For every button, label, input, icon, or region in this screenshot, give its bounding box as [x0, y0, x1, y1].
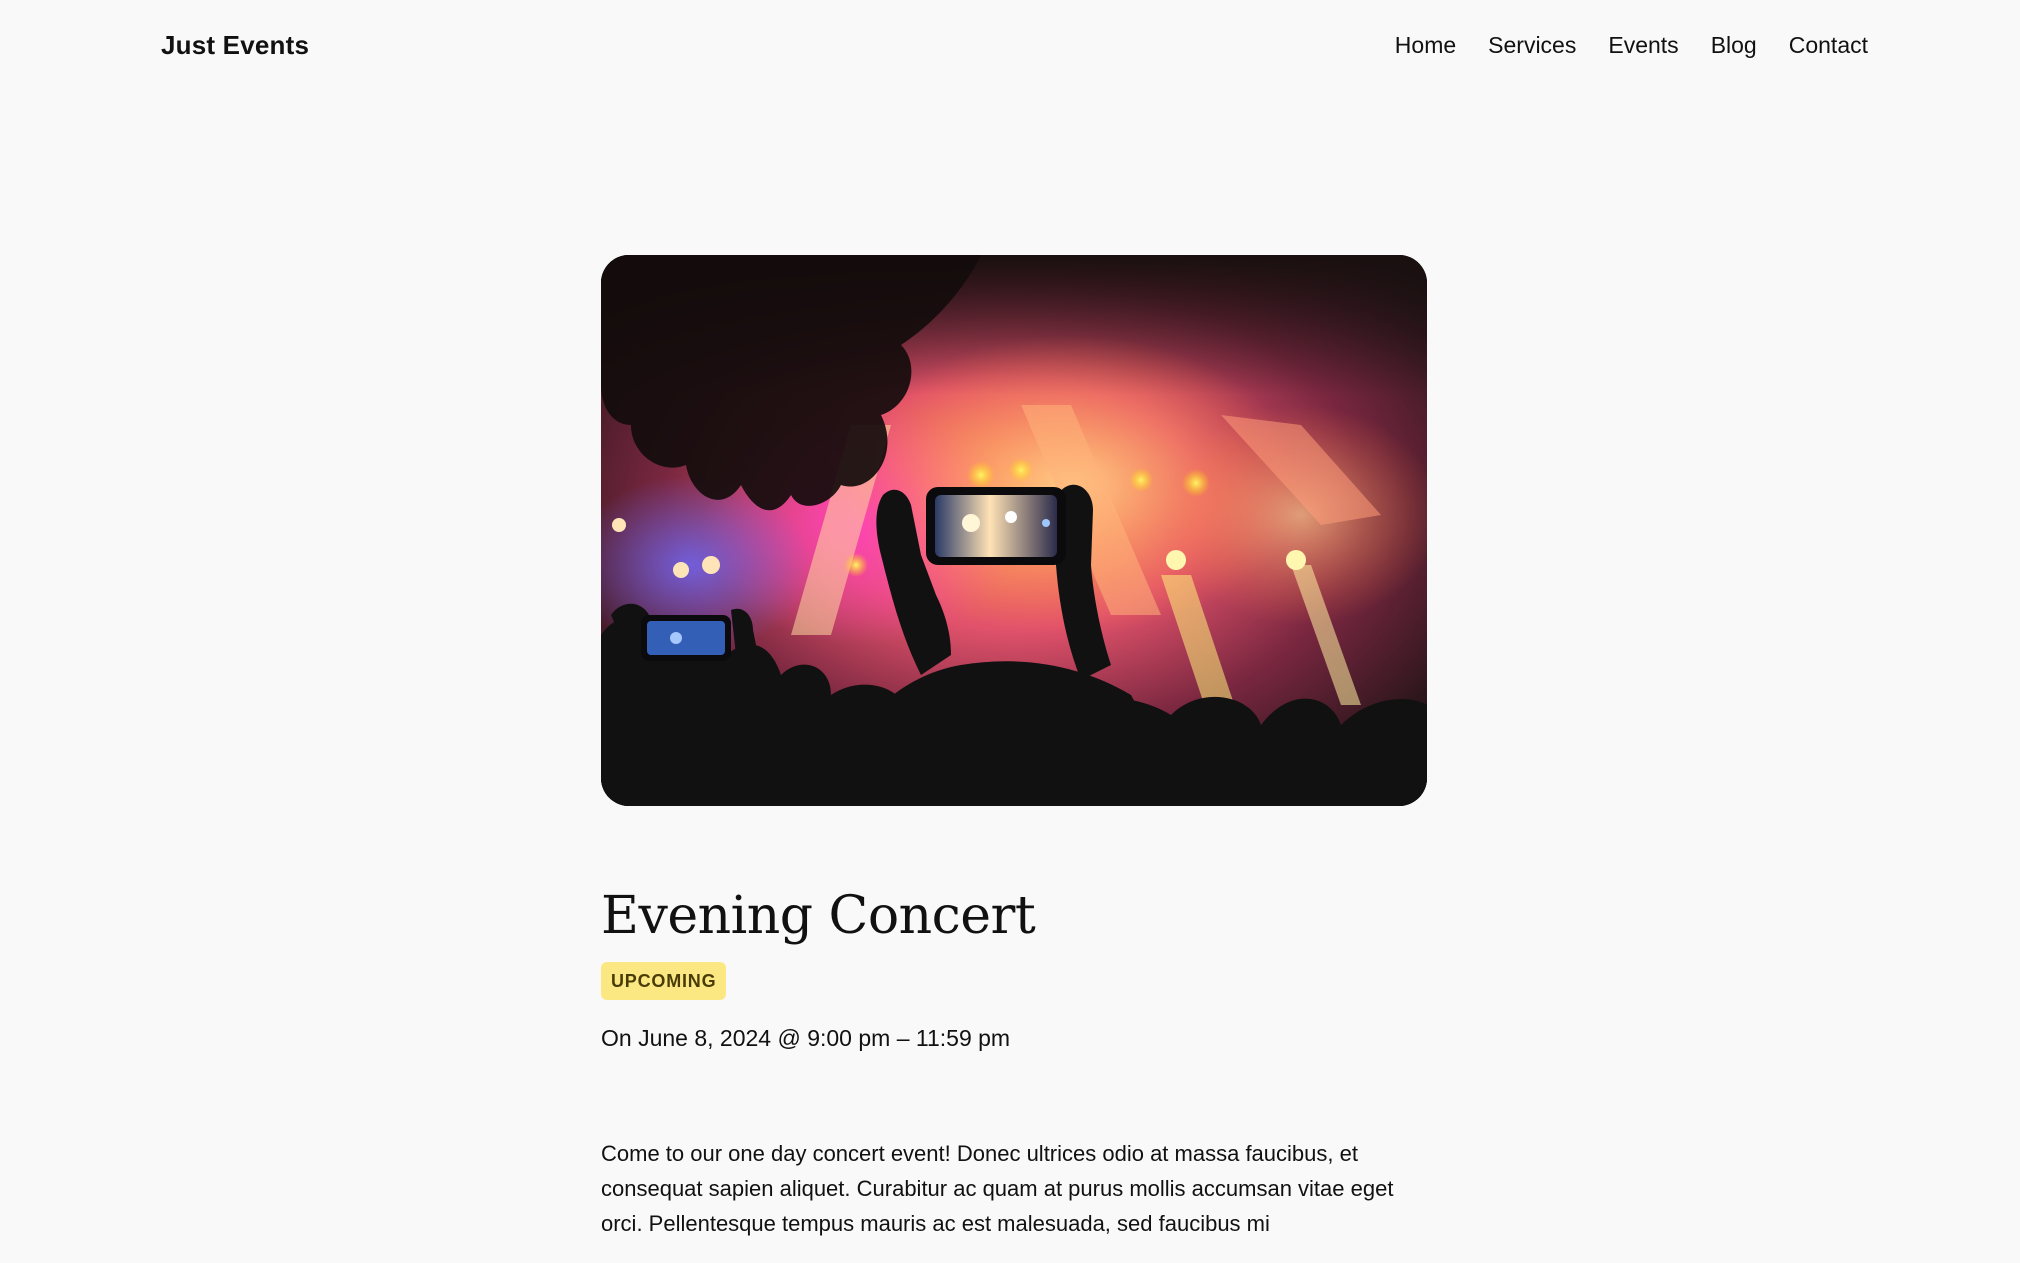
event-title: Evening Concert [601, 886, 1036, 946]
nav-events[interactable]: Events [1608, 28, 1678, 62]
event-content: Evening Concert UPCOMING On June 8, 2024… [601, 880, 1427, 1263]
event-date: On June 8, 2024 @ 9:00 pm – 11:59 pm [601, 1025, 1011, 1051]
nav-contact[interactable]: Contact [1789, 28, 1868, 62]
main-nav: Home Services Events Blog Contact [1395, 28, 1868, 62]
site-header: Just Events Home Services Events Blog Co… [0, 0, 2020, 90]
concert-photo [601, 255, 1427, 806]
nav-blog[interactable]: Blog [1711, 28, 1757, 62]
nav-services[interactable]: Services [1488, 28, 1576, 62]
event-featured-image [601, 255, 1427, 806]
nav-home[interactable]: Home [1395, 28, 1456, 62]
status-badge: UPCOMING [601, 962, 727, 1000]
site-title-link[interactable]: Just Events [161, 28, 309, 62]
event-description: Come to our one day concert event! Donec… [601, 1141, 1394, 1236]
